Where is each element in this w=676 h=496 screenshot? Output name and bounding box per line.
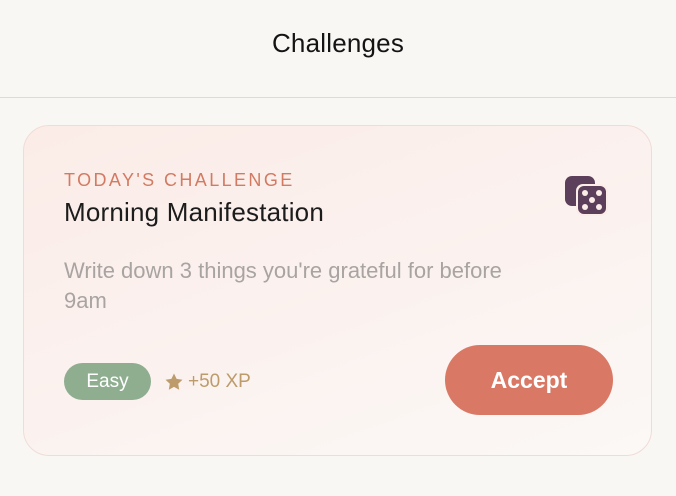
challenge-description: Write down 3 things you're grateful for … bbox=[64, 258, 502, 313]
challenge-eyebrow: TODAY'S CHALLENGE bbox=[64, 170, 295, 190]
dice-icon[interactable] bbox=[563, 174, 611, 222]
challenge-title: Morning Manifestation bbox=[64, 197, 324, 227]
xp-reward: +50 XP bbox=[164, 368, 251, 396]
header-bar: Challenges bbox=[0, 0, 676, 98]
difficulty-badge: Easy bbox=[64, 363, 151, 400]
star-icon bbox=[164, 372, 184, 392]
accept-button[interactable]: Accept bbox=[445, 345, 613, 415]
page-title: Challenges bbox=[271, 28, 405, 58]
challenge-card: TODAY'S CHALLENGE Morning Manifestation … bbox=[23, 125, 652, 456]
xp-reward-label: +50 XP bbox=[188, 371, 251, 392]
